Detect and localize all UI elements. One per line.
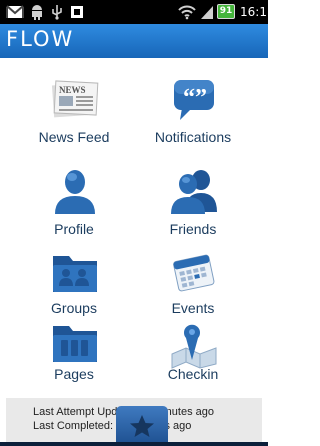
- menu-item-label: Profile: [54, 221, 94, 237]
- menu-item-friends[interactable]: Friends: [126, 166, 260, 248]
- wifi-icon: [178, 5, 196, 20]
- map-pin-icon: [171, 324, 217, 369]
- person-icon: [55, 170, 95, 214]
- menu-item-label: Notifications: [154, 129, 232, 145]
- svg-text:“”: “”: [183, 85, 207, 111]
- title-bar: FLOW: [0, 24, 268, 58]
- menu-item-groups[interactable]: Groups: [7, 248, 141, 330]
- menu-grid: NEWS News Feed “” Notifications Profile …: [0, 58, 268, 398]
- favorites-button[interactable]: [116, 406, 168, 446]
- menu-item-pages[interactable]: Pages: [7, 320, 141, 402]
- calendar-icon: [173, 254, 215, 292]
- svg-text:NEWS: NEWS: [59, 85, 86, 95]
- folder-pages-icon: [53, 326, 97, 362]
- gmail-icon: [6, 5, 24, 18]
- bottom-edge: [0, 442, 268, 446]
- status-bar: 91 16:11: [0, 0, 268, 24]
- menu-item-notifications[interactable]: “” Notifications: [126, 74, 260, 156]
- menu-item-label: Events: [171, 300, 215, 316]
- debug-icon: [71, 6, 83, 18]
- menu-item-checkin[interactable]: Checkin: [126, 320, 260, 402]
- people-icon: [171, 170, 217, 214]
- clock: 16:11: [240, 5, 268, 19]
- folder-people-icon: [53, 256, 97, 292]
- android-icon: [32, 5, 42, 20]
- app-title: FLOW: [6, 27, 75, 51]
- usb-icon: [52, 5, 62, 20]
- menu-item-profile[interactable]: Profile: [7, 166, 141, 248]
- speech-bubble-icon: “”: [174, 80, 214, 120]
- battery-icon: 91: [217, 4, 235, 19]
- sync-status-panel: Last Attempt Update: 30 minutes ago Last…: [6, 398, 262, 446]
- signal-icon: [201, 6, 213, 19]
- menu-item-label: Friends: [169, 221, 217, 237]
- menu-item-news-feed[interactable]: NEWS News Feed: [7, 74, 141, 156]
- menu-item-label: Groups: [51, 300, 97, 316]
- newspaper-icon: NEWS: [51, 80, 99, 118]
- menu-item-label: Pages: [54, 366, 94, 382]
- menu-item-events[interactable]: Events: [126, 248, 260, 330]
- app-screen: 91 16:11 FLOW NEWS News Feed: [0, 0, 268, 446]
- menu-item-label: News Feed: [38, 129, 110, 145]
- menu-item-label: Checkin: [167, 366, 219, 382]
- star-icon: [130, 415, 154, 437]
